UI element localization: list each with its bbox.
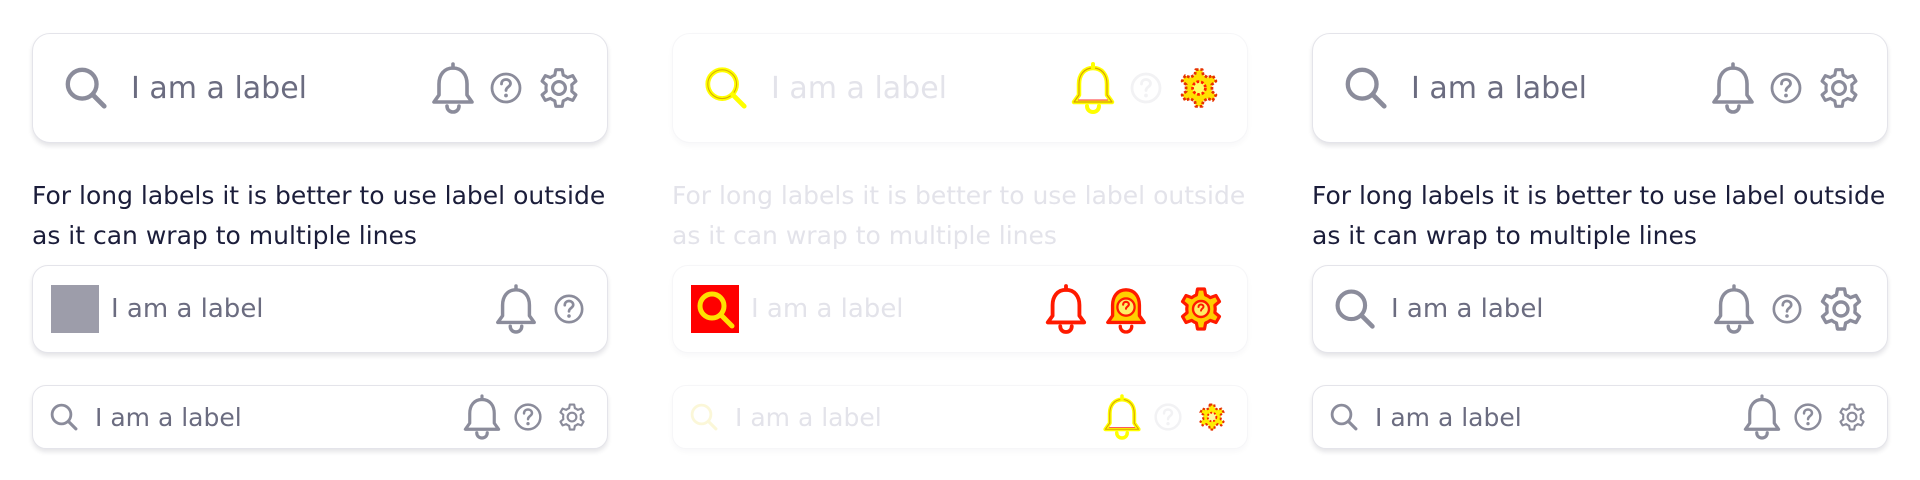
input-field-small[interactable]: I am a label: [1312, 385, 1888, 449]
bell-icon[interactable]: [461, 393, 503, 441]
input-field-small[interactable]: I am a label: [672, 385, 1248, 449]
column-default-2: I am a label For long labels it is bette…: [1280, 0, 1920, 480]
help-icon[interactable]: [1153, 402, 1183, 432]
bell-icon[interactable]: [1741, 393, 1783, 441]
bell-icon[interactable]: [1043, 284, 1089, 334]
input-label: I am a label: [95, 402, 242, 432]
bell-icon[interactable]: [429, 62, 477, 114]
search-icon: [1329, 402, 1359, 432]
placeholder-square: [51, 285, 99, 333]
input-field-large[interactable]: I am a label: [32, 33, 608, 143]
gear-icon[interactable]: [1817, 285, 1865, 333]
help-icon[interactable]: [513, 402, 543, 432]
input-label: I am a label: [111, 294, 264, 324]
gear-icon[interactable]: [537, 66, 581, 110]
search-icon: [1343, 65, 1389, 111]
bell-icon[interactable]: [1101, 393, 1143, 441]
input-field-medium[interactable]: I am a label: [1312, 265, 1888, 353]
bell-icon[interactable]: [493, 284, 539, 334]
gear-icon[interactable]: [1177, 285, 1225, 333]
input-field-large[interactable]: I am a label: [672, 33, 1248, 143]
column-highlighted: I am a label For long labels it is bette…: [640, 0, 1280, 480]
help-icon[interactable]: [1793, 402, 1823, 432]
gear-icon[interactable]: [1177, 66, 1221, 110]
input-label: I am a label: [1391, 294, 1544, 324]
input-label: I am a label: [1411, 70, 1588, 106]
input-label: I am a label: [771, 70, 948, 106]
help-icon[interactable]: [1769, 71, 1803, 105]
input-field-large[interactable]: I am a label: [1312, 33, 1888, 143]
input-field-medium[interactable]: I am a label: [672, 265, 1248, 353]
gear-icon[interactable]: [1837, 402, 1867, 432]
input-label: I am a label: [735, 402, 882, 432]
search-icon: [689, 402, 719, 432]
search-icon: [63, 65, 109, 111]
input-field-small[interactable]: I am a label: [32, 385, 608, 449]
input-label: I am a label: [751, 294, 904, 324]
gear-icon[interactable]: [1817, 66, 1861, 110]
gear-icon[interactable]: [557, 402, 587, 432]
search-icon: [1331, 285, 1379, 333]
gear-icon[interactable]: [1197, 402, 1227, 432]
helper-text: For long labels it is better to use labe…: [32, 181, 606, 250]
search-icon: [703, 65, 749, 111]
search-icon: [49, 402, 79, 432]
bell-icon[interactable]: [1711, 284, 1757, 334]
help-icon[interactable]: [1129, 71, 1163, 105]
bell-icon[interactable]: [1069, 62, 1117, 114]
input-label: I am a label: [1375, 402, 1522, 432]
helper-text: For long labels it is better to use labe…: [1312, 181, 1886, 250]
help-icon[interactable]: [489, 71, 523, 105]
input-field-medium[interactable]: I am a label: [32, 265, 608, 353]
column-default-1: I am a label For long labels it is bette…: [0, 0, 640, 480]
help-icon[interactable]: [553, 293, 585, 325]
bell-icon[interactable]: [1709, 62, 1757, 114]
search-icon: [691, 285, 739, 333]
help-icon[interactable]: [1771, 293, 1803, 325]
input-label: I am a label: [131, 70, 308, 106]
helper-text: For long labels it is better to use labe…: [672, 181, 1246, 250]
bell-help-icon[interactable]: [1103, 284, 1149, 334]
